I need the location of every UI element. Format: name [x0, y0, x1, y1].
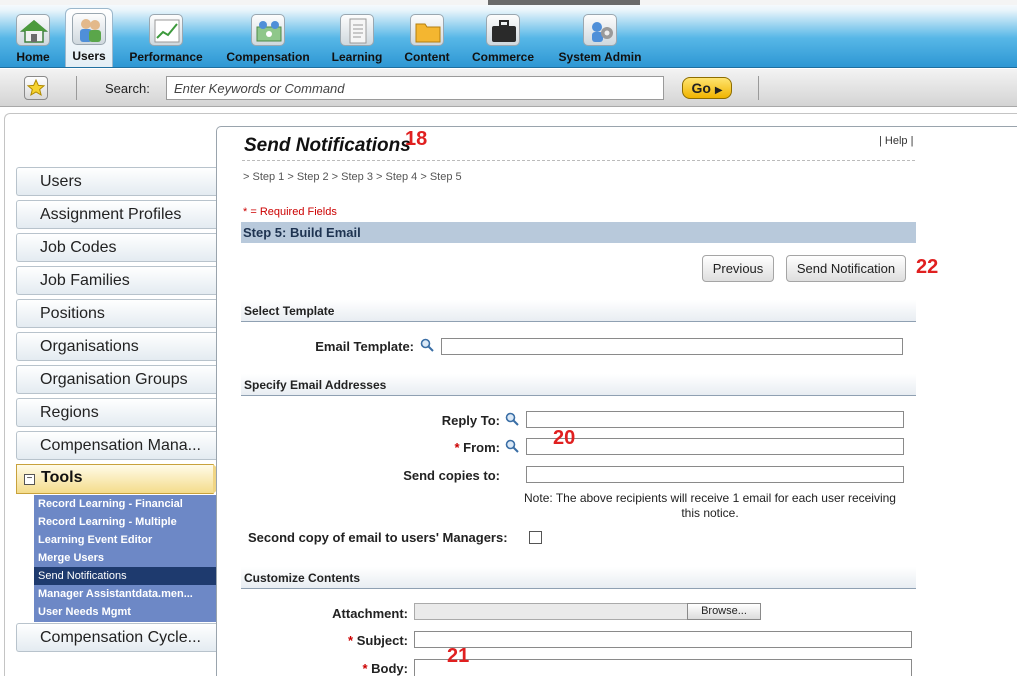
section-select-template: Select Template — [241, 300, 916, 322]
nav-tab-label: Performance — [129, 50, 203, 64]
required-fields-note: * = Required Fields — [243, 206, 337, 218]
toolbar-separator — [758, 76, 759, 100]
from-input[interactable] — [526, 438, 904, 455]
top-strip-dark-segment — [488, 0, 640, 5]
top-navigation-bar: Home Users Performance Compensation Lear… — [0, 0, 1017, 68]
sidebar-item-organisations[interactable]: Organisations — [16, 332, 216, 361]
sidebar-item-positions[interactable]: Positions — [16, 299, 216, 328]
step-breadcrumb[interactable]: > Step 1 > Step 2 > Step 3 > Step 4 > St… — [243, 171, 462, 183]
sidebar-item-job-codes[interactable]: Job Codes — [16, 233, 216, 262]
nav-tab-label: Compensation — [226, 50, 310, 64]
search-input[interactable] — [166, 76, 664, 100]
performance-chart-icon — [149, 14, 183, 46]
sidebar-item-organisation-groups[interactable]: Organisation Groups — [16, 365, 216, 394]
body-textarea[interactable] — [414, 659, 912, 676]
submenu-item-record-learning-multiple[interactable]: Record Learning - Multiple — [34, 513, 216, 531]
recipients-note: Note: The above recipients will receive … — [524, 491, 896, 520]
go-button-label: Go — [691, 80, 711, 96]
system-admin-gear-icon — [583, 14, 617, 46]
required-asterisk: * — [348, 633, 354, 648]
nav-tab-label: Users — [72, 49, 106, 63]
nav-tab-users[interactable]: Users — [65, 8, 113, 67]
lookup-magnifier-icon[interactable] — [420, 338, 434, 352]
nav-tab-label: Commerce — [471, 50, 535, 64]
send-notification-button[interactable]: Send Notification — [786, 255, 906, 282]
submenu-item-send-notifications[interactable]: Send Notifications — [34, 567, 216, 585]
send-copies-input[interactable] — [526, 466, 904, 483]
help-link[interactable]: | Help | — [879, 135, 913, 147]
annotation-21: 21 — [447, 645, 470, 667]
nav-tab-commerce[interactable]: Commerce — [470, 10, 536, 66]
previous-button[interactable]: Previous — [702, 255, 774, 282]
submenu-item-record-learning-financial[interactable]: Record Learning - Financial — [34, 495, 216, 513]
section-email-addresses: Specify Email Addresses — [241, 374, 916, 396]
nav-tab-home[interactable]: Home — [10, 10, 56, 66]
nav-tab-performance[interactable]: Performance — [124, 10, 208, 66]
send-copies-label: Send copies to: — [403, 468, 500, 483]
browse-button[interactable]: Browse... — [687, 603, 761, 620]
nav-tab-label: Home — [16, 50, 50, 64]
sidebar-item-job-families[interactable]: Job Families — [16, 266, 216, 295]
collapse-minus-icon[interactable]: − — [24, 474, 35, 485]
tools-label: Tools — [41, 469, 83, 486]
required-asterisk: * — [362, 661, 368, 676]
lookup-magnifier-icon[interactable] — [505, 412, 519, 426]
email-template-label: Email Template: — [315, 339, 414, 354]
learning-document-icon — [340, 14, 374, 46]
submenu-item-manager-assistant[interactable]: Manager Assistantdata.men... — [34, 585, 216, 603]
annotation-18: 18 — [405, 128, 428, 150]
subject-input[interactable] — [414, 631, 912, 648]
reply-to-label: Reply To: — [441, 413, 500, 428]
subject-label-text: Subject: — [356, 633, 408, 648]
lookup-magnifier-icon[interactable] — [505, 439, 519, 453]
annotation-22: 22 — [916, 256, 939, 278]
sidebar-item-users[interactable]: Users — [16, 167, 216, 196]
attachment-label: Attachment: — [332, 606, 408, 621]
favorites-button[interactable] — [24, 76, 48, 100]
top-strip — [0, 0, 1017, 5]
nav-tab-label: System Admin — [558, 50, 642, 64]
from-label-text: From: — [463, 440, 500, 455]
sidebar-item-compensation-management[interactable]: Compensation Mana... — [16, 431, 216, 460]
annotation-20: 20 — [553, 427, 576, 449]
play-arrow-icon: ▶ — [714, 85, 723, 96]
compensation-icon — [251, 14, 285, 46]
home-icon — [16, 14, 50, 46]
sidebar-item-assignment-profiles[interactable]: Assignment Profiles — [16, 200, 216, 229]
sidebar-item-regions[interactable]: Regions — [16, 398, 216, 427]
users-icon — [72, 13, 106, 45]
required-asterisk: * — [454, 440, 460, 455]
nav-tab-compensation[interactable]: Compensation — [224, 10, 312, 66]
star-icon — [26, 78, 46, 97]
tools-submenu: Record Learning - Financial Record Learn… — [34, 495, 216, 622]
nav-tab-content[interactable]: Content — [402, 10, 452, 66]
nav-tab-label: Content — [404, 50, 450, 64]
search-label: Search: — [105, 81, 150, 96]
toolbar-separator — [76, 76, 77, 100]
page-title: Send Notifications — [244, 135, 411, 156]
body-label: * Body: — [300, 661, 408, 676]
body-label-text: Body: — [371, 661, 408, 676]
commerce-briefcase-icon — [486, 14, 520, 46]
managers-copy-checkbox[interactable] — [529, 531, 542, 544]
attachment-file-input[interactable] — [414, 603, 688, 620]
sidebar-item-tools[interactable]: − Tools — [16, 464, 230, 494]
nav-tab-learning[interactable]: Learning — [330, 10, 384, 66]
managers-copy-label: Second copy of email to users' Managers: — [248, 530, 508, 545]
nav-tab-system-admin[interactable]: System Admin — [554, 10, 646, 66]
section-customize-contents: Customize Contents — [241, 567, 916, 589]
submenu-item-merge-users[interactable]: Merge Users — [34, 549, 216, 567]
content-folder-icon — [410, 14, 444, 46]
title-divider — [242, 160, 915, 161]
step-header: Step 5: Build Email — [241, 222, 916, 243]
submenu-item-learning-event-editor[interactable]: Learning Event Editor — [34, 531, 216, 549]
email-template-input[interactable] — [441, 338, 903, 355]
go-button[interactable]: Go ▶ — [682, 77, 732, 99]
reply-to-input[interactable] — [526, 411, 904, 428]
from-label: * From: — [400, 440, 500, 455]
submenu-item-user-needs-mgmt[interactable]: User Needs Mgmt — [34, 603, 216, 621]
subject-label: * Subject: — [300, 633, 408, 648]
sidebar-item-compensation-cycle[interactable]: Compensation Cycle... — [16, 623, 216, 652]
nav-tab-label: Learning — [331, 50, 383, 64]
